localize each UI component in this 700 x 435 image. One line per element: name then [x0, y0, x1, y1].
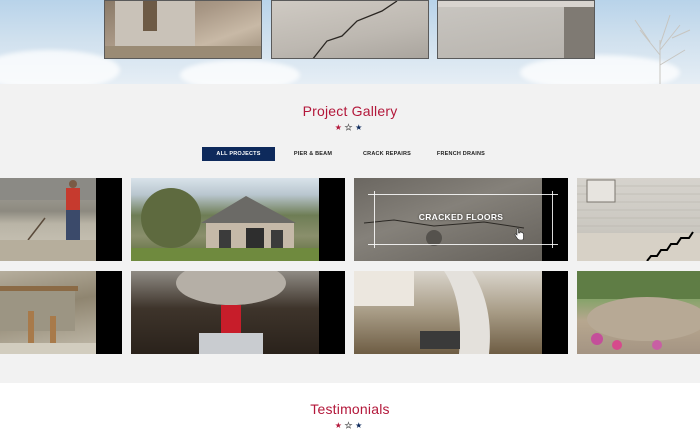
patio-illustration	[577, 271, 700, 350]
pier-block-illustration	[105, 1, 261, 58]
gallery-tile-house[interactable]	[131, 178, 345, 261]
star-blue-icon: ★	[355, 421, 366, 430]
tab-all-projects[interactable]: ALL PROJECTS	[202, 147, 275, 161]
tile-hover-label[interactable]: CRACKED FLOORS	[354, 212, 568, 222]
tab-french-drains[interactable]: FRENCH DRAINS	[435, 147, 487, 161]
tile-letterbox-bar	[96, 178, 122, 261]
star-red-icon: ★	[334, 123, 345, 132]
floor-edge-illustration	[438, 1, 594, 58]
tile-letterbox-bar	[319, 178, 345, 261]
house-illustration	[131, 188, 345, 261]
siding-crack-illustration	[577, 179, 700, 261]
gallery-tile-jack-post[interactable]	[131, 271, 345, 354]
hero-photo-slab-crack[interactable]	[271, 0, 429, 59]
tree-silhouette-icon	[634, 14, 691, 84]
tile-letterbox-bar	[542, 271, 568, 354]
hero-banner	[0, 0, 700, 84]
star-rating: ★★★	[0, 123, 700, 133]
gallery-tile-french-drain[interactable]	[354, 271, 568, 354]
hero-photo-pier[interactable]	[104, 0, 262, 59]
tab-pier-beam[interactable]: PIER & BEAM	[288, 147, 338, 161]
star-blue-icon: ★	[355, 123, 366, 132]
crack-line-illustration	[312, 1, 398, 58]
testimonials-star-rating: ★★★	[0, 421, 700, 431]
gallery-tile-siding-crack[interactable]	[577, 178, 700, 261]
hand-pointer-icon	[514, 228, 524, 240]
tab-crack-repairs[interactable]: CRACK REPAIRS	[362, 147, 412, 161]
tile-letterbox-bar	[96, 271, 122, 354]
testimonials-title: Testimonials	[310, 401, 390, 417]
gallery-tile-framing[interactable]	[0, 271, 122, 354]
tile-letterbox-bar	[319, 271, 345, 354]
jack-post-illustration	[176, 271, 286, 354]
star-red-icon: ★	[334, 421, 345, 430]
hero-photo-floor[interactable]	[437, 0, 595, 59]
star-white-icon: ★	[344, 421, 356, 431]
star-white-icon: ★	[344, 123, 356, 133]
gallery-title: Project Gallery	[302, 103, 398, 119]
gallery-tile-patio[interactable]	[577, 271, 700, 354]
french-drain-illustration	[354, 271, 490, 354]
gallery-tile-workers[interactable]	[0, 178, 122, 261]
